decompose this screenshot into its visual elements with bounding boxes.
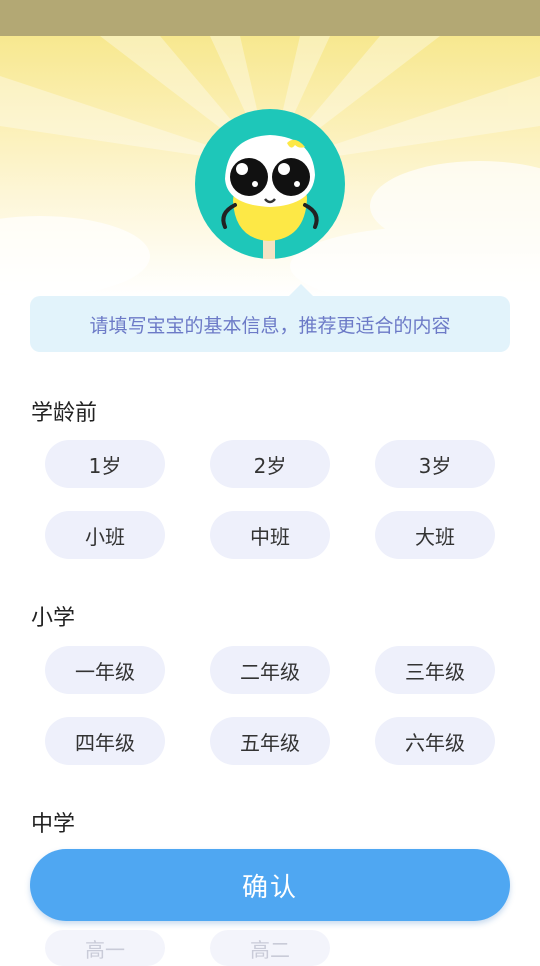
option-big-class[interactable]: 大班 bbox=[375, 511, 495, 559]
section-title-primary: 小学 bbox=[31, 606, 76, 631]
option-3-years[interactable]: 3岁 bbox=[375, 440, 495, 488]
confirm-button[interactable]: 确认 bbox=[30, 849, 510, 921]
option-grade-6[interactable]: 六年级 bbox=[375, 717, 495, 765]
tooltip-text: 请填写宝宝的基本信息，推荐更适合的内容 bbox=[89, 314, 451, 337]
option-2-years[interactable]: 2岁 bbox=[210, 440, 330, 488]
info-tooltip: 请填写宝宝的基本信息，推荐更适合的内容 bbox=[30, 284, 510, 352]
hero-banner bbox=[0, 36, 540, 296]
status-bar bbox=[0, 0, 540, 36]
option-1-year[interactable]: 1岁 bbox=[45, 440, 165, 488]
option-middle-class[interactable]: 中班 bbox=[210, 511, 330, 559]
option-small-class[interactable]: 小班 bbox=[45, 511, 165, 559]
option-grade-4[interactable]: 四年级 bbox=[45, 717, 165, 765]
option-grade-5[interactable]: 五年级 bbox=[210, 717, 330, 765]
option-senior-2[interactable]: 高二 bbox=[210, 930, 330, 966]
section-title-middle: 中学 bbox=[31, 812, 76, 837]
option-senior-1[interactable]: 高一 bbox=[45, 930, 165, 966]
section-title-preschool: 学龄前 bbox=[31, 401, 98, 426]
option-grade-2[interactable]: 二年级 bbox=[210, 646, 330, 694]
option-grade-3[interactable]: 三年级 bbox=[375, 646, 495, 694]
mascot-avatar bbox=[195, 109, 345, 259]
option-grade-1[interactable]: 一年级 bbox=[45, 646, 165, 694]
